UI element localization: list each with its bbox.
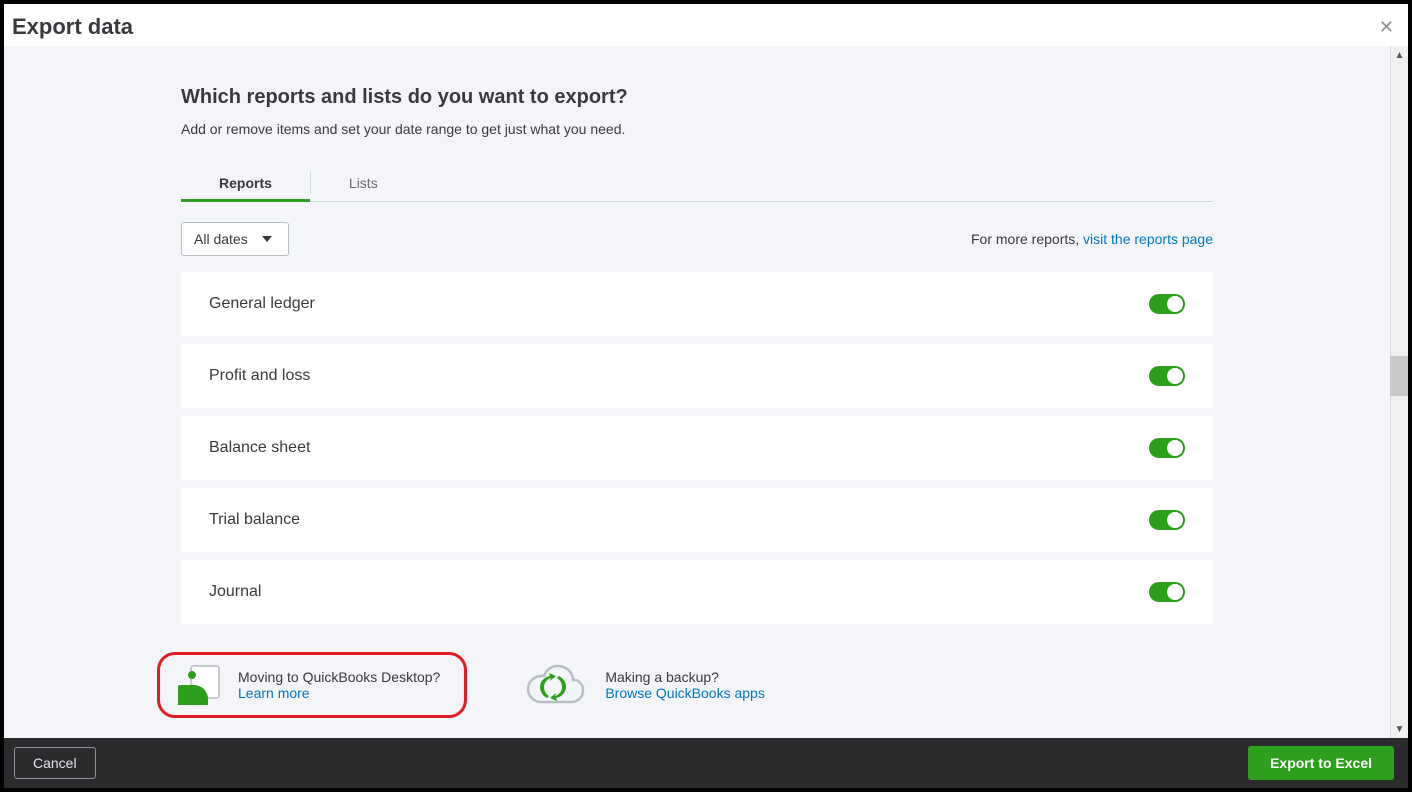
- report-label: Trial balance: [209, 511, 300, 529]
- cancel-button[interactable]: Cancel: [14, 747, 96, 779]
- window-title: Export data: [12, 14, 133, 40]
- page-heading: Which reports and lists do you want to e…: [181, 86, 1213, 109]
- date-range-select[interactable]: All dates: [181, 222, 289, 256]
- toggle-trial-balance[interactable]: [1149, 510, 1185, 530]
- report-row: General ledger: [181, 272, 1213, 336]
- report-label: General ledger: [209, 295, 315, 313]
- reports-page-link[interactable]: visit the reports page: [1083, 231, 1213, 247]
- promo-backup-link[interactable]: Browse QuickBooks apps: [605, 685, 765, 701]
- export-to-excel-button[interactable]: Export to Excel: [1248, 746, 1394, 780]
- tab-lists[interactable]: Lists: [311, 165, 416, 201]
- tabs: Reports Lists: [181, 165, 1213, 202]
- cloud-sync-icon: [525, 662, 589, 708]
- close-icon[interactable]: ✕: [1379, 17, 1394, 38]
- promo-desktop: Moving to QuickBooks Desktop? Learn more: [157, 652, 467, 718]
- titlebar: Export data ✕: [4, 4, 1408, 46]
- desktop-icon: [178, 665, 222, 705]
- scroll-thumb[interactable]: [1390, 356, 1408, 396]
- promo-desktop-link[interactable]: Learn more: [238, 685, 440, 701]
- promo-backup-question: Making a backup?: [605, 669, 765, 685]
- chevron-down-icon: [262, 236, 272, 242]
- toggle-balance-sheet[interactable]: [1149, 438, 1185, 458]
- promo-backup: Making a backup? Browse QuickBooks apps: [507, 652, 783, 718]
- footer: Cancel Export to Excel: [4, 738, 1408, 788]
- scrollbar[interactable]: ▲ ▼: [1390, 46, 1408, 738]
- date-range-label: All dates: [194, 231, 248, 247]
- report-row: Profit and loss: [181, 344, 1213, 408]
- report-label: Balance sheet: [209, 439, 310, 457]
- report-list: General ledger Profit and loss Balance s…: [181, 272, 1213, 624]
- report-row: Balance sheet: [181, 416, 1213, 480]
- toggle-journal[interactable]: [1149, 582, 1185, 602]
- report-label: Profit and loss: [209, 367, 310, 385]
- report-label: Journal: [209, 583, 261, 601]
- report-row: Journal: [181, 560, 1213, 624]
- page-subheading: Add or remove items and set your date ra…: [181, 121, 1213, 137]
- toggle-profit-and-loss[interactable]: [1149, 366, 1185, 386]
- more-reports-text: For more reports, visit the reports page: [971, 231, 1213, 247]
- promo-desktop-question: Moving to QuickBooks Desktop?: [238, 669, 440, 685]
- report-row: Trial balance: [181, 488, 1213, 552]
- tab-reports[interactable]: Reports: [181, 165, 310, 201]
- more-reports-prefix: For more reports,: [971, 231, 1083, 247]
- scroll-up-icon[interactable]: ▲: [1391, 46, 1409, 64]
- toggle-general-ledger[interactable]: [1149, 294, 1185, 314]
- scroll-down-icon[interactable]: ▼: [1391, 720, 1409, 738]
